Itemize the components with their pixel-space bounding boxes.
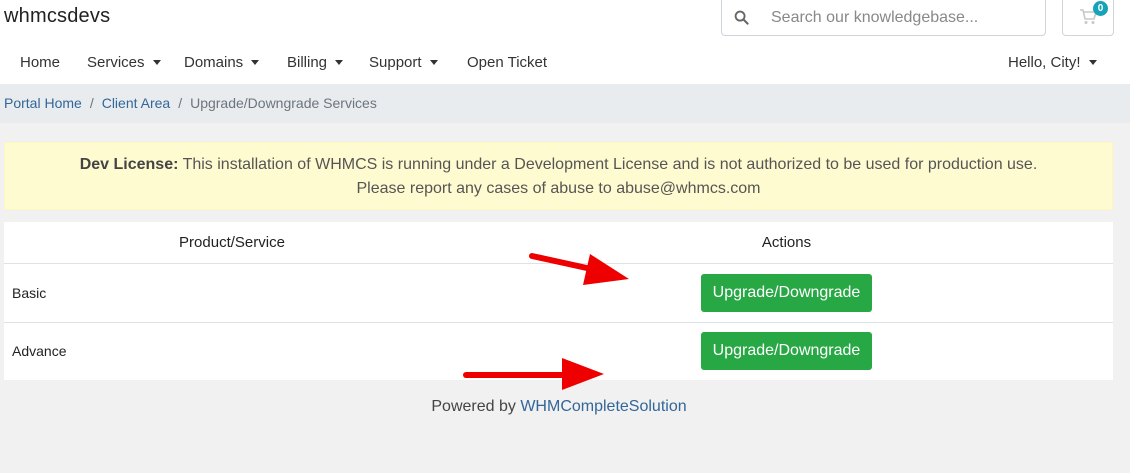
breadcrumb-portal-home[interactable]: Portal Home xyxy=(4,95,82,111)
upgrade-downgrade-button[interactable]: Upgrade/Downgrade xyxy=(700,332,873,371)
breadcrumb-client-area[interactable]: Client Area xyxy=(102,95,170,111)
license-line-1: Dev License: This installation of WHMCS … xyxy=(5,153,1112,177)
breadcrumb-current: Upgrade/Downgrade Services xyxy=(190,95,377,111)
column-header-actions: Actions xyxy=(460,222,1113,264)
breadcrumb-separator: / xyxy=(178,95,183,111)
cart-button[interactable]: 0 xyxy=(1062,0,1114,36)
caret-down-icon xyxy=(251,60,260,65)
nav-services[interactable]: Services xyxy=(87,54,161,71)
nav-home[interactable]: Home xyxy=(20,54,60,71)
footer: Powered by WHMCompleteSolution xyxy=(0,398,1118,416)
header: whmcsdevs 0 Home Services Doma xyxy=(0,0,1130,84)
nav-support-label: Support xyxy=(369,54,422,71)
table-row: Advance Upgrade/Downgrade xyxy=(4,322,1113,380)
nav-open-ticket-label: Open Ticket xyxy=(467,54,548,71)
nav-support[interactable]: Support xyxy=(369,54,438,71)
product-name: Advance xyxy=(12,343,67,360)
search-icon xyxy=(734,10,750,26)
caret-down-icon xyxy=(152,60,161,65)
action-cell: Upgrade/Downgrade xyxy=(460,322,1113,380)
services-table: Product/Service Actions Basic Upgrade/Do… xyxy=(4,222,1113,380)
table-header-row: Product/Service Actions xyxy=(4,222,1113,264)
nav-domains-label: Domains xyxy=(184,54,244,71)
nav-user-menu[interactable]: Hello, City! xyxy=(1008,54,1097,71)
nav-home-label: Home xyxy=(20,54,61,71)
knowledgebase-search[interactable] xyxy=(721,0,1046,36)
cart-count-badge: 0 xyxy=(1093,1,1108,16)
table-row: Basic Upgrade/Downgrade xyxy=(4,263,1113,323)
site-logo[interactable]: whmcsdevs xyxy=(4,5,110,28)
nav-open-ticket[interactable]: Open Ticket xyxy=(467,54,547,71)
dev-license-alert: Dev License: This installation of WHMCS … xyxy=(4,142,1113,210)
nav-services-label: Services xyxy=(87,54,145,71)
breadcrumb-bar: Portal Home / Client Area / Upgrade/Down… xyxy=(0,84,1130,123)
nav-billing-label: Billing xyxy=(287,54,328,71)
caret-down-icon xyxy=(1088,60,1097,65)
nav-billing[interactable]: Billing xyxy=(287,54,344,71)
column-header-product: Product/Service xyxy=(4,222,460,264)
search-input[interactable] xyxy=(771,8,1031,27)
user-greeting: Hello, City! xyxy=(1008,54,1081,71)
footer-prefix: Powered by xyxy=(431,398,516,415)
action-cell: Upgrade/Downgrade xyxy=(460,263,1113,323)
license-text: This installation of WHMCS is running un… xyxy=(182,156,1038,173)
caret-down-icon xyxy=(429,60,438,65)
license-line-2: Please report any cases of abuse to abus… xyxy=(356,180,761,197)
upgrade-downgrade-button[interactable]: Upgrade/Downgrade xyxy=(700,273,873,312)
main-nav: Home Services Domains Billing Support Op… xyxy=(0,46,1130,84)
nav-domains[interactable]: Domains xyxy=(184,54,260,71)
caret-down-icon xyxy=(335,60,344,65)
license-label: Dev License: xyxy=(79,156,179,173)
breadcrumb-separator: / xyxy=(89,95,94,111)
breadcrumb: Portal Home / Client Area / Upgrade/Down… xyxy=(4,95,377,111)
footer-link[interactable]: WHMCompleteSolution xyxy=(520,398,686,415)
product-name: Basic xyxy=(4,263,460,323)
